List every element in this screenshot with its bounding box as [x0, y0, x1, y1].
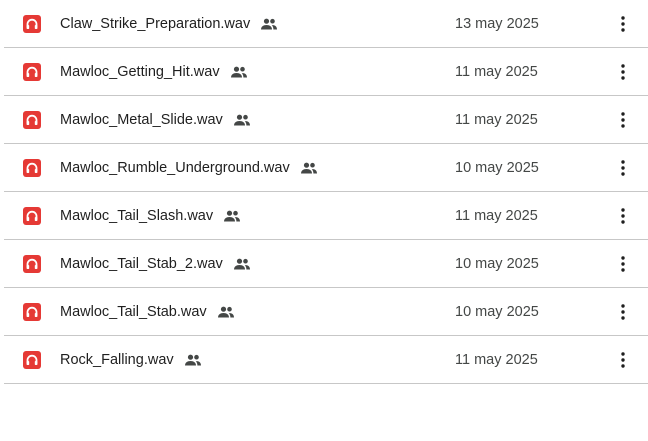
- more-actions-button[interactable]: [608, 153, 638, 183]
- file-name[interactable]: Mawloc_Rumble_Underground.wav: [60, 158, 290, 178]
- audio-file-icon: [23, 111, 41, 129]
- file-date: 11 may 2025: [455, 208, 538, 224]
- file-row[interactable]: Claw_Strike_Preparation.wav 13 may 2025: [4, 0, 648, 48]
- file-date: 11 may 2025: [455, 352, 538, 368]
- file-date: 13 may 2025: [455, 16, 539, 32]
- file-list: Claw_Strike_Preparation.wav 13 may 2025 …: [4, 0, 648, 384]
- more-actions-button[interactable]: [608, 57, 638, 87]
- file-name-wrap: Mawloc_Tail_Stab.wav: [60, 301, 235, 323]
- more-vert-icon: [621, 208, 625, 224]
- audio-file-icon: [23, 15, 41, 33]
- file-row[interactable]: Mawloc_Tail_Slash.wav 11 may 2025: [4, 192, 648, 240]
- file-date: 11 may 2025: [455, 112, 538, 128]
- file-name[interactable]: Mawloc_Getting_Hit.wav: [60, 62, 220, 82]
- audio-file-icon: [23, 351, 41, 369]
- audio-file-icon: [23, 255, 41, 273]
- more-vert-icon: [621, 160, 625, 176]
- file-name-wrap: Mawloc_Getting_Hit.wav: [60, 61, 248, 83]
- more-actions-button[interactable]: [608, 9, 638, 39]
- more-actions-button[interactable]: [608, 249, 638, 279]
- shared-people-icon: [260, 18, 278, 30]
- shared-people-icon: [233, 258, 251, 270]
- file-name[interactable]: Mawloc_Tail_Slash.wav: [60, 206, 213, 226]
- shared-people-icon: [300, 162, 318, 174]
- shared-people-icon: [233, 114, 251, 126]
- file-row[interactable]: Mawloc_Tail_Stab_2.wav 10 may 2025: [4, 240, 648, 288]
- more-vert-icon: [621, 16, 625, 32]
- audio-file-icon: [23, 159, 41, 177]
- more-actions-button[interactable]: [608, 201, 638, 231]
- file-row[interactable]: Rock_Falling.wav 11 may 2025: [4, 336, 648, 384]
- file-date: 10 may 2025: [455, 304, 539, 320]
- audio-file-icon: [23, 63, 41, 81]
- audio-file-icon: [23, 207, 41, 225]
- more-vert-icon: [621, 256, 625, 272]
- file-date: 11 may 2025: [455, 64, 538, 80]
- file-name-wrap: Mawloc_Tail_Stab_2.wav: [60, 253, 251, 275]
- file-name-wrap: Mawloc_Rumble_Underground.wav: [60, 157, 318, 179]
- shared-people-icon: [230, 66, 248, 78]
- file-name-wrap: Rock_Falling.wav: [60, 349, 202, 371]
- file-name[interactable]: Claw_Strike_Preparation.wav: [60, 14, 250, 34]
- file-name[interactable]: Mawloc_Tail_Stab_2.wav: [60, 254, 223, 274]
- shared-people-icon: [217, 306, 235, 318]
- file-name[interactable]: Mawloc_Tail_Stab.wav: [60, 302, 207, 322]
- file-row[interactable]: Mawloc_Rumble_Underground.wav 10 may 202…: [4, 144, 648, 192]
- file-row[interactable]: Mawloc_Getting_Hit.wav 11 may 2025: [4, 48, 648, 96]
- file-name[interactable]: Rock_Falling.wav: [60, 350, 174, 370]
- more-actions-button[interactable]: [608, 297, 638, 327]
- file-name[interactable]: Mawloc_Metal_Slide.wav: [60, 110, 223, 130]
- file-row[interactable]: Mawloc_Tail_Stab.wav 10 may 2025: [4, 288, 648, 336]
- file-date: 10 may 2025: [455, 256, 539, 272]
- file-name-wrap: Claw_Strike_Preparation.wav: [60, 13, 278, 35]
- more-actions-button[interactable]: [608, 105, 638, 135]
- file-name-wrap: Mawloc_Tail_Slash.wav: [60, 205, 241, 227]
- shared-people-icon: [184, 354, 202, 366]
- more-vert-icon: [621, 64, 625, 80]
- file-row[interactable]: Mawloc_Metal_Slide.wav 11 may 2025: [4, 96, 648, 144]
- shared-people-icon: [223, 210, 241, 222]
- file-date: 10 may 2025: [455, 160, 539, 176]
- audio-file-icon: [23, 303, 41, 321]
- more-vert-icon: [621, 304, 625, 320]
- more-vert-icon: [621, 352, 625, 368]
- more-vert-icon: [621, 112, 625, 128]
- file-name-wrap: Mawloc_Metal_Slide.wav: [60, 109, 251, 131]
- more-actions-button[interactable]: [608, 345, 638, 375]
